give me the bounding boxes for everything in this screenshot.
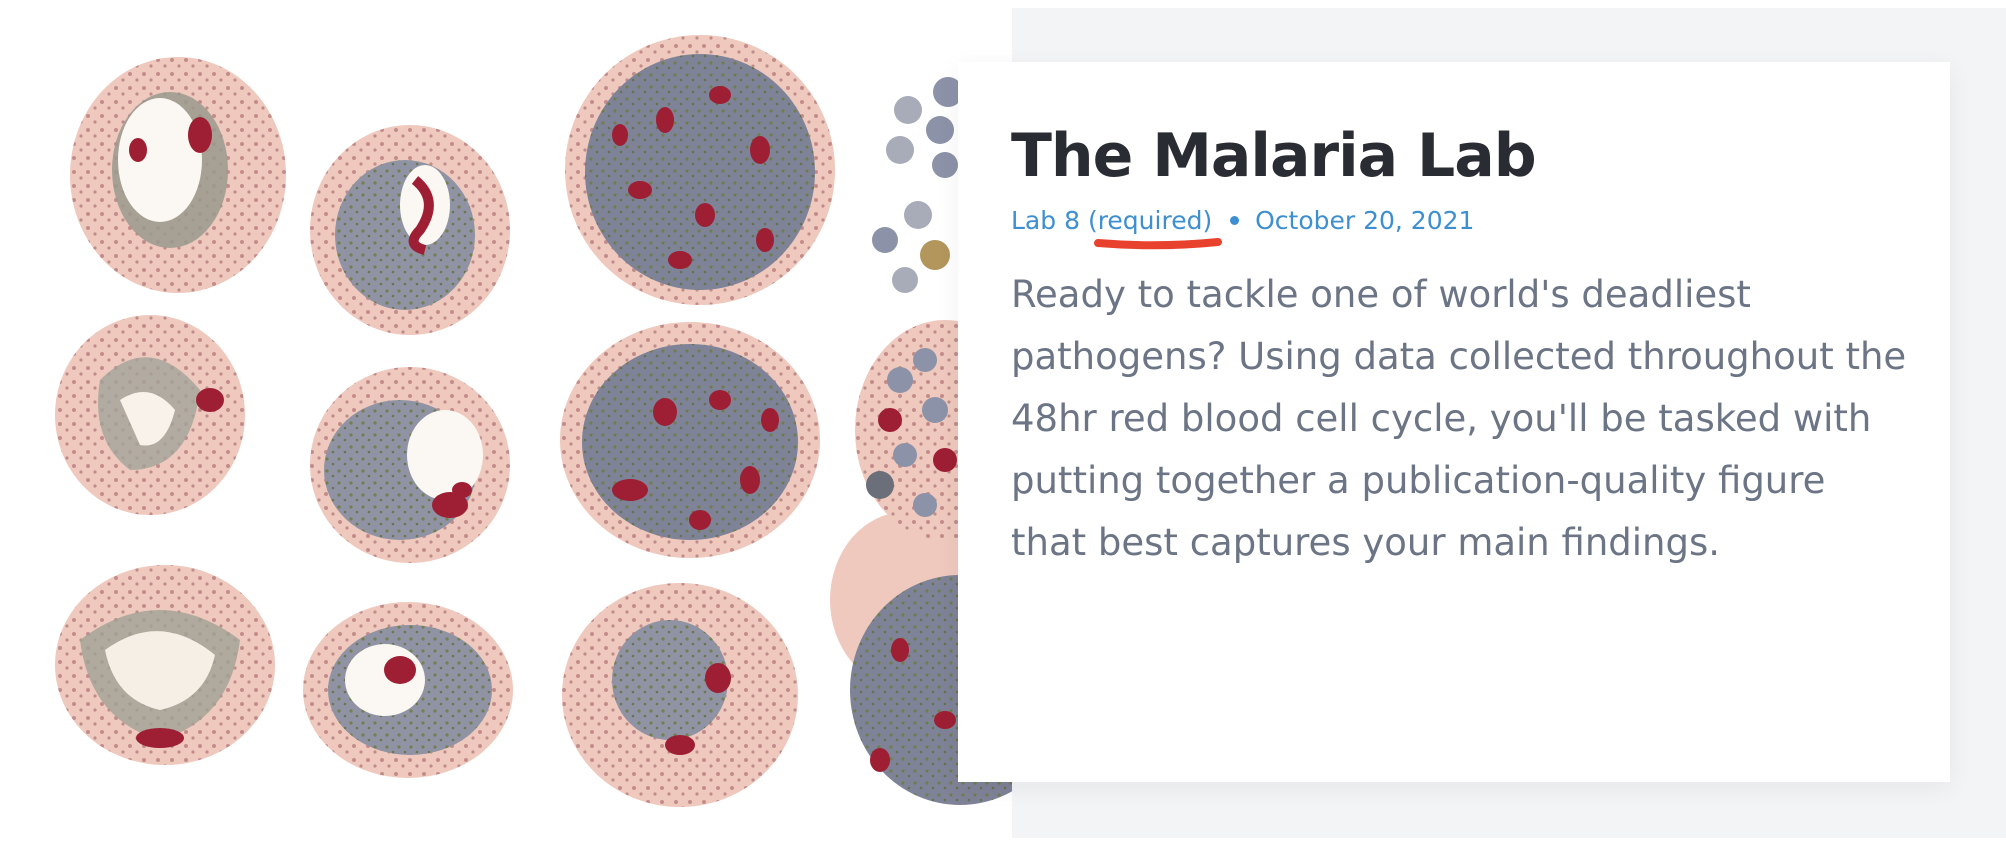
post-card-content: The Malaria Lab Lab 8 (required) October…: [1011, 120, 1911, 574]
cell-9: [562, 583, 798, 807]
lab-number-link[interactable]: Lab 8: [1011, 206, 1080, 235]
cell-4: [310, 125, 510, 335]
cell-5: [310, 367, 510, 563]
post-meta: Lab 8 (required) October 20, 2021: [1011, 204, 1911, 250]
blood-cell-illustration: [0, 0, 1012, 842]
cell-2: [55, 315, 245, 515]
post-date: October 20, 2021: [1255, 206, 1475, 235]
post-card[interactable]: The Malaria Lab Lab 8 (required) October…: [958, 62, 1950, 782]
cell-1: [70, 57, 286, 293]
separator-dot: [1230, 215, 1240, 225]
red-underline-annotation: [1093, 238, 1222, 250]
cell-7: [565, 35, 835, 305]
page: The Malaria Lab Lab 8 (required) October…: [0, 0, 2006, 842]
cell-8: [560, 322, 820, 558]
post-title[interactable]: The Malaria Lab: [1011, 120, 1911, 192]
small-cells: [872, 77, 963, 293]
required-label[interactable]: (required): [1088, 206, 1212, 235]
post-description: Ready to tackle one of world's deadliest…: [1011, 273, 1907, 564]
cell-6: [303, 602, 513, 778]
cell-3: [55, 565, 275, 765]
required-tag: (required): [1088, 204, 1222, 250]
